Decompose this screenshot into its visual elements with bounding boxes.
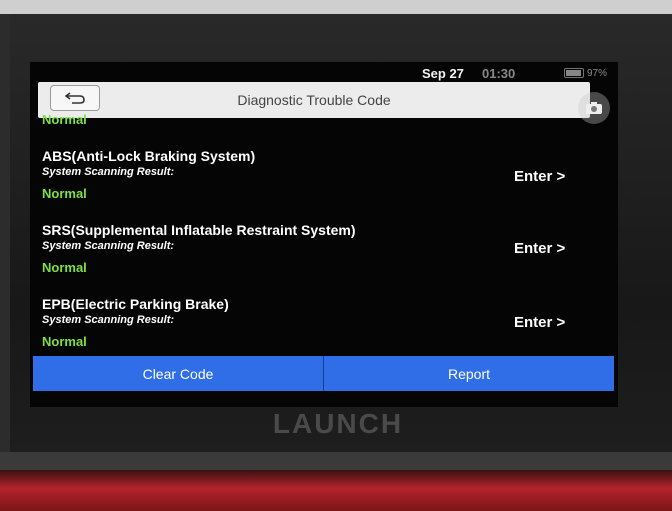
- system-title-epb: EPB(Electric Parking Brake): [42, 296, 229, 312]
- clear-code-button[interactable]: Clear Code: [33, 356, 324, 391]
- report-button[interactable]: Report: [324, 356, 614, 391]
- camera-icon[interactable]: [578, 92, 610, 124]
- screen: Sep 27 01:30 97% Diagnostic Trouble Code: [30, 62, 618, 407]
- top-status-normal: Normal: [42, 112, 87, 127]
- title-bar: Diagnostic Trouble Code: [38, 82, 590, 118]
- battery-percent: 97%: [587, 68, 608, 79]
- result-epb: Normal: [42, 334, 87, 349]
- enter-button-abs[interactable]: Enter >: [514, 168, 565, 185]
- system-title-srs: SRS(Supplemental Inflatable Restraint Sy…: [42, 222, 356, 238]
- camera-glyph-icon: [586, 102, 602, 114]
- enter-button-epb[interactable]: Enter >: [514, 314, 565, 331]
- scan-label-abs: System Scanning Result:: [42, 166, 175, 178]
- bezel-left: [0, 14, 10, 454]
- device-frame: Sep 27 01:30 97% Diagnostic Trouble Code: [0, 0, 672, 511]
- device-lip: [0, 452, 672, 472]
- system-title-abs: ABS(Anti-Lock Braking System): [42, 148, 256, 164]
- status-bar: Sep 27 01:30 97%: [30, 62, 618, 82]
- scan-label-srs: System Scanning Result:: [42, 240, 175, 252]
- enter-button-srs[interactable]: Enter >: [514, 240, 565, 257]
- brand-logo: LAUNCH: [272, 408, 404, 439]
- bottom-action-bar: Clear Code Report: [33, 356, 614, 391]
- scan-label-epb: System Scanning Result:: [42, 314, 175, 326]
- battery-icon: [564, 68, 584, 78]
- result-abs: Normal: [42, 186, 87, 201]
- page-title: Diagnostic Trouble Code: [237, 92, 391, 108]
- device-red-edge: [0, 470, 672, 511]
- status-time: 01:30: [482, 66, 516, 81]
- bezel-top: [0, 0, 672, 14]
- status-date: Sep 27: [422, 66, 464, 81]
- result-srs: Normal: [42, 260, 87, 275]
